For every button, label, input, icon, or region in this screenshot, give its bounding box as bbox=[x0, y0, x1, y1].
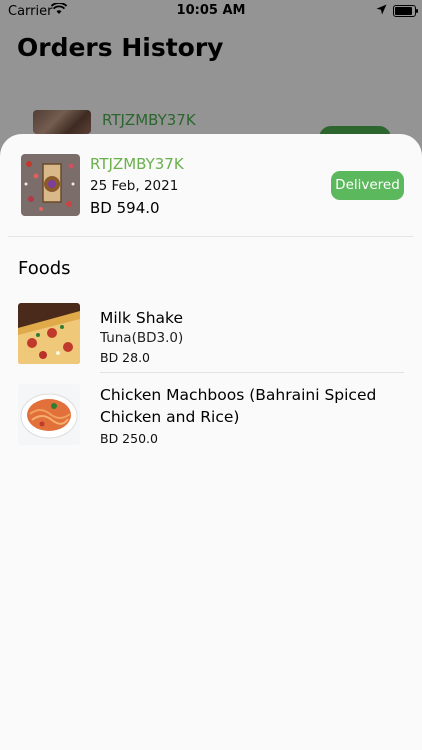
food-price: BD 250.0 bbox=[100, 431, 158, 446]
food-name: Milk Shake bbox=[100, 309, 184, 327]
order-detail-sheet: RTJZMBY37K 25 Feb, 2021 BD 594.0 Deliver… bbox=[0, 134, 422, 750]
divider bbox=[8, 236, 414, 237]
spaghetti-photo-icon bbox=[18, 384, 80, 445]
pizza-photo-icon bbox=[18, 303, 80, 364]
order-date: 25 Feb, 2021 bbox=[90, 178, 179, 194]
order-total: BD 594.0 bbox=[90, 199, 160, 217]
food-price: BD 28.0 bbox=[100, 350, 151, 365]
food-option: Tuna(BD3.0) bbox=[100, 330, 184, 346]
status-badge: Delivered bbox=[331, 171, 404, 200]
row-divider bbox=[100, 372, 404, 373]
order-thumbnail bbox=[21, 154, 80, 216]
section-title-foods: Foods bbox=[18, 258, 71, 279]
order-code: RTJZMBY37K bbox=[90, 155, 184, 173]
food-name: Chicken Machboos (Bahraini Spiced Chicke… bbox=[100, 386, 377, 426]
